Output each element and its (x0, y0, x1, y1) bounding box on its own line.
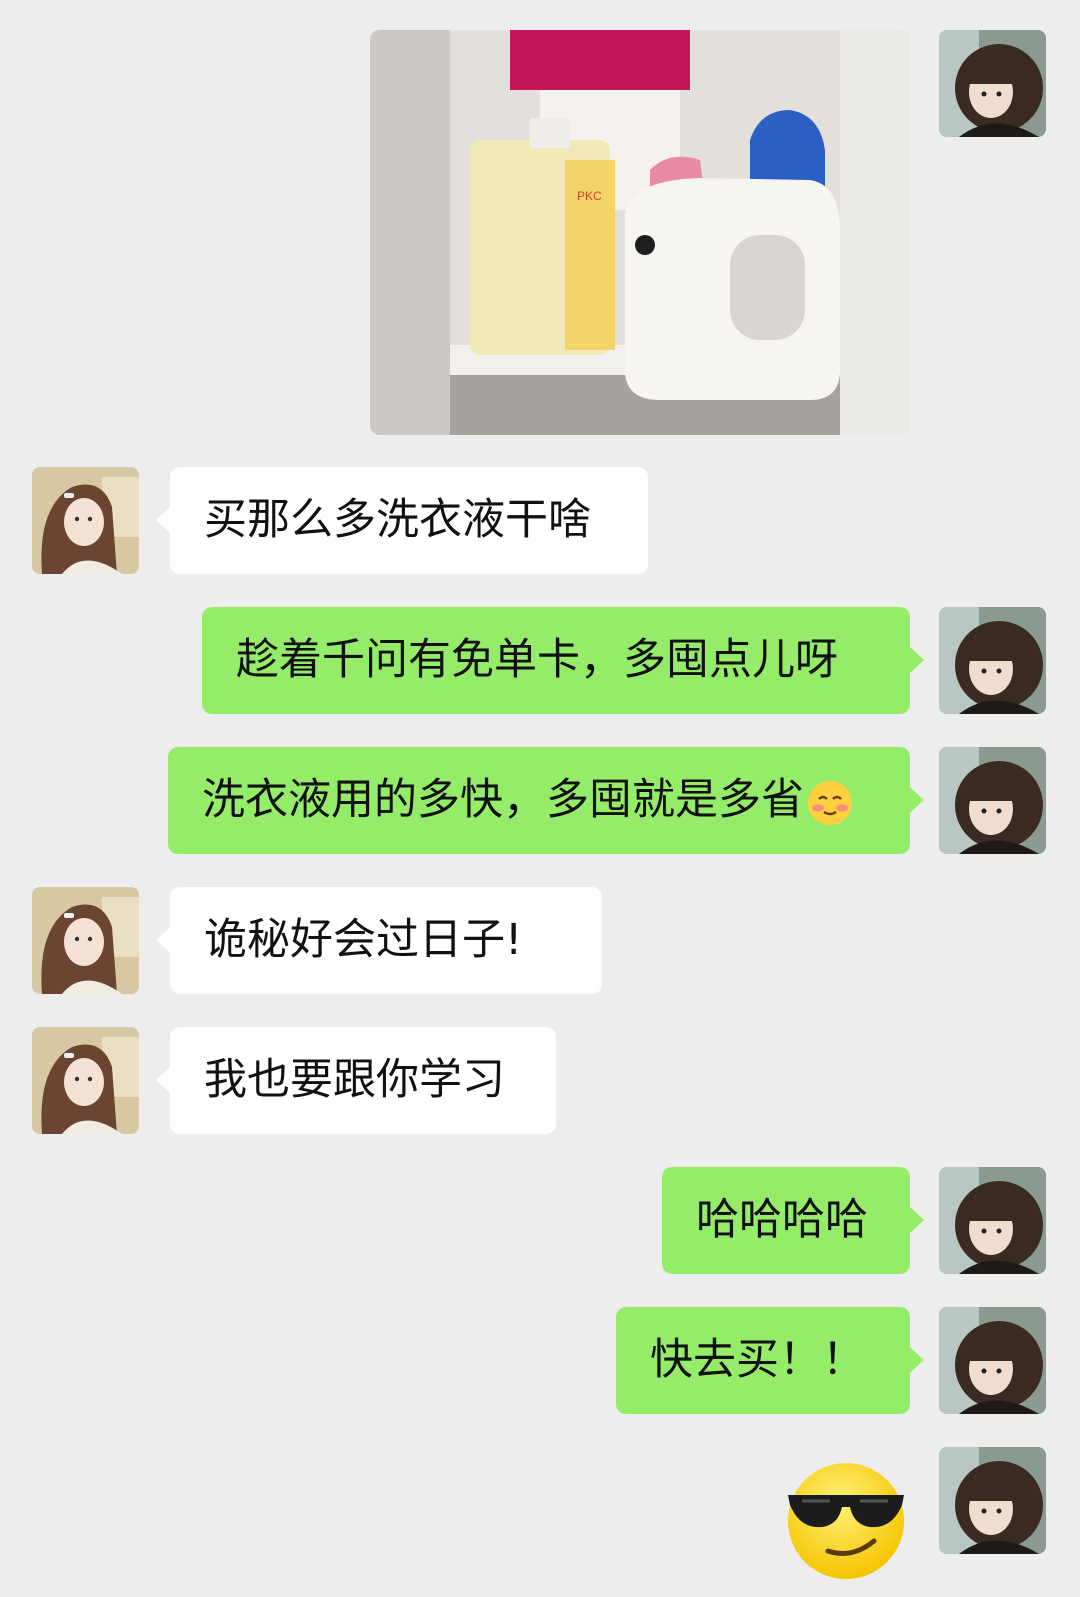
my-avatar[interactable] (939, 30, 1046, 137)
message-row: 快去买！！ (0, 1307, 1080, 1414)
my-avatar[interactable] (939, 607, 1046, 714)
photo-message[interactable]: PKC (370, 30, 910, 435)
avatar-icon (32, 1027, 139, 1134)
message-row: 洗衣液用的多快，多囤就是多省 (0, 747, 1080, 854)
my-avatar[interactable] (939, 747, 1046, 854)
message-row: 趁着千问有免单卡，多囤点儿呀 (0, 607, 1080, 714)
contact-avatar[interactable] (32, 1027, 139, 1134)
photo-laundry-detergent-shelf-icon: PKC (370, 30, 910, 435)
avatar-icon (32, 887, 139, 994)
contact-avatar[interactable] (32, 467, 139, 574)
message-row: 我也要跟你学习 (0, 1027, 1080, 1134)
message-row: 买那么多洗衣液干啥 (0, 467, 1080, 574)
outgoing-message-bubble[interactable]: 趁着千问有免单卡，多囤点儿呀 (202, 607, 924, 714)
avatar-icon (32, 467, 139, 574)
avatar-icon (939, 1167, 1046, 1274)
my-avatar[interactable] (939, 1307, 1046, 1414)
contact-avatar[interactable] (32, 887, 139, 994)
incoming-message-bubble[interactable]: 买那么多洗衣液干啥 (156, 467, 648, 574)
message-text: 买那么多洗衣液干啥 (204, 495, 591, 545)
message-row (0, 1447, 1080, 1567)
message-text: 洗衣液用的多快，多囤就是多省 (202, 775, 804, 825)
bottle-brand-label: PKC (577, 189, 602, 203)
message-text: 哈哈哈哈 (696, 1195, 868, 1245)
my-avatar[interactable] (939, 1167, 1046, 1274)
message-text: 我也要跟你学习 (204, 1055, 505, 1105)
message-row: PKC (0, 0, 1080, 440)
message-text: 快去买！！ (650, 1335, 865, 1385)
avatar-icon (939, 30, 1046, 137)
message-row: 诡秘好会过日子! (0, 887, 1080, 994)
avatar-icon (939, 1447, 1046, 1554)
incoming-message-bubble[interactable]: 诡秘好会过日子! (156, 887, 602, 994)
message-text: 诡秘好会过日子! (204, 915, 523, 965)
my-avatar[interactable] (939, 1447, 1046, 1554)
blushing-smile-emoji-icon (808, 780, 852, 825)
avatar-icon (939, 1307, 1046, 1414)
outgoing-message-bubble[interactable]: 洗衣液用的多快，多囤就是多省 (168, 747, 924, 854)
message-row: 哈哈哈哈 (0, 1167, 1080, 1274)
outgoing-message-bubble[interactable]: 快去买！！ (616, 1307, 924, 1414)
message-text: 趁着千问有免单卡，多囤点儿呀 (236, 635, 838, 685)
avatar-icon (939, 747, 1046, 854)
avatar-icon (939, 607, 1046, 714)
outgoing-message-bubble[interactable]: 哈哈哈哈 (662, 1167, 924, 1274)
incoming-message-bubble[interactable]: 我也要跟你学习 (156, 1027, 556, 1134)
sunglasses-smile-emoji-icon[interactable] (782, 1455, 910, 1583)
